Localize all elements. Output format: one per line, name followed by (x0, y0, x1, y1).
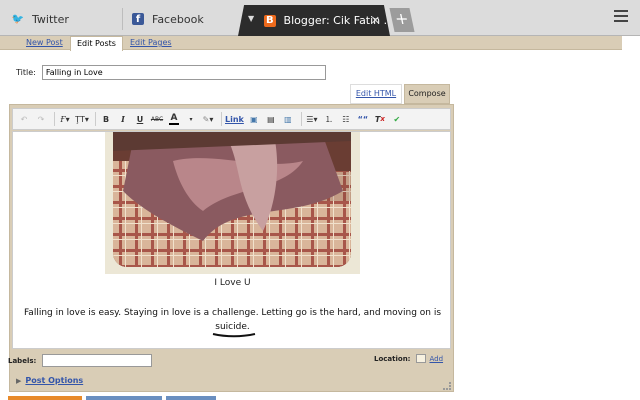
highlight-color-button[interactable]: ✎ ▾ (201, 111, 215, 127)
numbered-list-icon[interactable]: ⒈ (322, 111, 336, 127)
new-tab-button[interactable]: + (389, 8, 415, 32)
expand-triangle-icon: ▶ (16, 377, 22, 385)
tab-facebook[interactable]: f Facebook (120, 5, 244, 33)
editor-toolbar: ↶ ↷ Ғ ▾ ŢT ▾ B I U ABC A ▾ ✎ ▾ Link ▣ ▤ ▥ ☰… (12, 108, 451, 130)
subtab-new-post[interactable]: New Post (20, 36, 69, 50)
align-button[interactable]: ☰ ▾ (305, 111, 319, 127)
location-icon[interactable] (416, 354, 427, 363)
post-options-toggle[interactable]: ▶ Post Options (16, 376, 83, 385)
labels-row: Labels: (8, 354, 153, 367)
font-size-button[interactable]: ŢT ▾ (75, 111, 89, 127)
post-body-line: Falling in love is easy. Staying in love… (23, 308, 442, 318)
italic-button[interactable]: I (116, 111, 130, 127)
toolbar-divider (300, 112, 302, 126)
tab-label: Twitter (32, 12, 69, 26)
clear-formatting-icon[interactable]: Tx (373, 111, 387, 127)
browser-tab-bar: 🐦 Twitter f Facebook B Blogger: Cik Fati… (0, 0, 640, 36)
photo-graphic (113, 132, 351, 267)
facebook-icon: f (132, 13, 144, 25)
redo-icon[interactable]: ↷ (34, 111, 48, 127)
underline-scribble (213, 333, 256, 338)
twitter-icon: 🐦 (11, 13, 25, 25)
align-icon: ☰ (306, 114, 314, 124)
photo-frame (105, 132, 360, 274)
tab-label: Facebook (152, 12, 204, 26)
blogger-icon: B (264, 14, 276, 27)
editor-content-area[interactable]: I Love U Falling in love is easy. Stayin… (12, 131, 451, 349)
browser-menu-icon[interactable] (614, 10, 628, 25)
text-color-button[interactable]: A (167, 111, 181, 127)
highlighter-icon: ✎ (202, 114, 210, 124)
publish-button[interactable] (8, 396, 82, 400)
add-location-link[interactable]: Add (429, 355, 443, 363)
post-body-emphasis-text: suicide. (215, 322, 250, 332)
text-color-dropdown-icon[interactable]: ▾ (184, 111, 198, 127)
toolbar-divider (221, 112, 222, 126)
toolbar-divider (95, 112, 96, 126)
post-body-emphasis: suicide. (213, 320, 256, 338)
tab-twitter[interactable]: 🐦 Twitter (0, 5, 124, 33)
close-tab-icon[interactable]: ✕ (371, 14, 380, 27)
preview-button[interactable] (166, 396, 216, 400)
undo-icon[interactable]: ↶ (17, 111, 31, 127)
text-color-icon: A (170, 112, 178, 123)
tab-blogger[interactable]: B Blogger: Cik Fatin ... ✕ (238, 5, 390, 36)
insert-image-icon[interactable]: ▣ (247, 111, 261, 127)
tab-menu-chevron-down-icon[interactable]: ▼ (248, 14, 254, 23)
edit-html-tab[interactable]: Edit HTML (350, 84, 402, 104)
post-options-label: Post Options (25, 376, 84, 385)
subtab-edit-pages[interactable]: Edit Pages (124, 36, 178, 50)
resize-handle[interactable] (443, 382, 451, 390)
action-buttons-strip (0, 396, 640, 400)
photo-caption: I Love U (214, 278, 251, 288)
jump-break-icon[interactable]: ▥ (281, 111, 295, 127)
font-icon: Ғ (60, 114, 66, 124)
bullet-list-icon[interactable]: ☷ (339, 111, 353, 127)
post-photo[interactable] (113, 132, 351, 267)
font-size-icon: ŢT (75, 114, 85, 124)
toolbar-divider (54, 112, 55, 126)
save-draft-button[interactable] (86, 396, 162, 400)
spellcheck-icon[interactable]: ✔ (390, 111, 404, 127)
font-family-button[interactable]: Ғ ▾ (58, 111, 72, 127)
title-label: Title: (16, 68, 36, 77)
strikethrough-button[interactable]: ABC (150, 111, 164, 127)
location-row: Location: Add (374, 354, 443, 363)
insert-video-icon[interactable]: ▤ (264, 111, 278, 127)
blogger-subtabs: New Post Edit Posts Edit Pages (0, 36, 622, 51)
subtab-edit-posts[interactable]: Edit Posts (70, 36, 123, 51)
post-editor: ↶ ↷ Ғ ▾ ŢT ▾ B I U ABC A ▾ ✎ ▾ Link ▣ ▤ ▥ ☰… (9, 104, 454, 392)
plus-icon: + (392, 9, 411, 28)
blockquote-icon[interactable]: ““ (356, 111, 370, 127)
location-label: Location: (374, 354, 411, 363)
labels-label: Labels: (8, 356, 37, 365)
link-button[interactable]: Link (225, 111, 244, 127)
compose-tab[interactable]: Compose (404, 84, 450, 104)
bold-button[interactable]: B (99, 111, 113, 127)
labels-input[interactable] (42, 354, 153, 367)
post-body: Falling in love is easy. Staying in love… (13, 306, 450, 338)
underline-button[interactable]: U (133, 111, 147, 127)
title-row: Title: (16, 65, 326, 80)
title-input[interactable] (41, 65, 326, 80)
